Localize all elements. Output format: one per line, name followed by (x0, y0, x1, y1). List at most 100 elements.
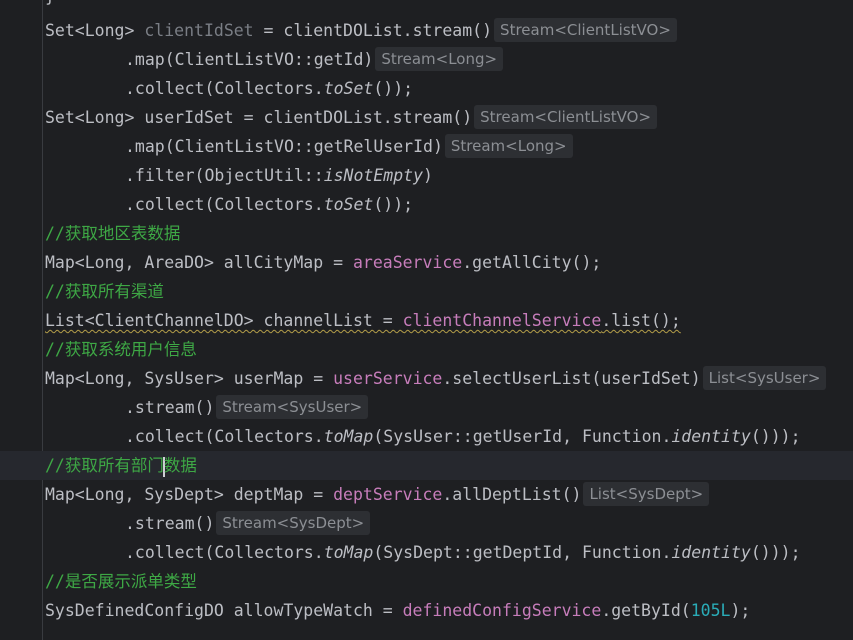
code-token: definedConfigService (402, 601, 602, 620)
code-text: //是否展示派单类型 (45, 567, 197, 596)
code-text: .collect(Collectors.toSet()); (125, 190, 413, 219)
code-token: ); (730, 601, 751, 620)
code-token: .list(); (601, 311, 681, 330)
code-text: .filter(ObjectUtil::isNotEmpty) (125, 161, 433, 190)
code-token: clientIdSet (144, 21, 254, 40)
code-token: isNotEmpty (323, 166, 424, 185)
code-token: SysDefinedConfigDO allowTypeWatch = (45, 601, 403, 620)
code-token: ()); (373, 79, 414, 98)
code-text: //获取系统用户信息 (45, 335, 197, 364)
code-token: //获取所有部门 (45, 456, 164, 475)
code-line[interactable]: .map(ClientListVO::getId) Stream<Long> (0, 45, 853, 74)
code-line[interactable]: Map<Long, SysDept> deptMap = deptService… (0, 480, 853, 509)
code-line[interactable]: //获取所有部门数据 (0, 451, 853, 480)
code-token: areaService (352, 253, 463, 272)
code-line[interactable]: SysDefinedConfigDO allowTypeWatch = defi… (0, 596, 853, 625)
code-line[interactable]: .collect(Collectors.toMap(SysDept::getDe… (0, 538, 853, 567)
code-line[interactable]: .stream() Stream<SysUser> (0, 393, 853, 422)
code-line[interactable]: .map(ClientListVO::getRelUserId) Stream<L… (0, 132, 853, 161)
type-inlay-hint: Stream<SysUser> (216, 395, 369, 419)
code-line[interactable]: Map<Long, AreaDO> allCityMap = areaServi… (0, 248, 853, 277)
code-token: toSet (323, 195, 374, 214)
code-token: (SysDept::getDeptId, Function. (373, 543, 672, 562)
code-token: //是否展示派单类型 (45, 572, 197, 591)
code-token: toSet (323, 79, 374, 98)
code-token: //获取所有渠道 (45, 282, 164, 301)
code-text: Map<Long, SysUser> userMap = userService… (45, 364, 827, 393)
code-text: .collect(Collectors.toMap(SysUser::getUs… (125, 422, 801, 451)
code-token: .getById( (601, 601, 691, 620)
code-line[interactable]: .stream() Stream<SysDept> (0, 509, 853, 538)
code-text: //获取地区表数据 (45, 219, 180, 248)
code-text: .stream() Stream<SysUser> (125, 393, 369, 422)
code-text: .map(ClientListVO::getRelUserId) Stream<L… (125, 132, 573, 161)
code-token: .collect(Collectors. (125, 543, 324, 562)
code-token: deptService (333, 485, 443, 504)
code-token: userService (333, 369, 443, 388)
code-line[interactable]: //是否展示派单类型 (0, 567, 853, 596)
type-inlay-hint: List<SysUser> (702, 366, 827, 390)
code-token: ) (423, 166, 433, 185)
code-text: List<ClientChannelDO> channelList = clie… (45, 306, 681, 335)
code-text: .collect(Collectors.toMap(SysDept::getDe… (125, 538, 801, 567)
code-token: List<ClientChannelDO> channelList = (45, 311, 403, 330)
code-line[interactable]: .filter(ObjectUtil::isNotEmpty) (0, 161, 853, 190)
code-token: identity (671, 427, 751, 446)
code-text: //获取所有部门数据 (45, 451, 197, 480)
closing-brace: } (45, 0, 55, 11)
code-token: .selectUserList(userIdSet) (442, 369, 701, 388)
code-token: 105L (690, 601, 731, 620)
code-token: ())); (750, 543, 801, 562)
code-token: (SysUser::getUserId, Function. (373, 427, 672, 446)
code-token: Set<Long> userIdSet = clientDOList.strea… (45, 108, 473, 127)
code-editor[interactable]: } Set<Long> clientIdSet = clientDOList.s… (0, 0, 853, 640)
code-token: .filter(ObjectUtil:: (125, 166, 324, 185)
code-line[interactable]: //获取系统用户信息 (0, 335, 853, 364)
code-token: .stream() (125, 514, 215, 533)
code-text: SysDefinedConfigDO allowTypeWatch = defi… (45, 596, 750, 625)
code-line[interactable]: .collect(Collectors.toMap(SysUser::getUs… (0, 422, 853, 451)
code-token: 数据 (163, 456, 197, 475)
code-line[interactable]: List<ClientChannelDO> channelList = clie… (0, 306, 853, 335)
code-token: .collect(Collectors. (125, 195, 324, 214)
code-token: .map(ClientListVO::getRelUserId) (125, 137, 443, 156)
code-token: //获取地区表数据 (45, 224, 181, 243)
code-line[interactable]: .collect(Collectors.toSet()); (0, 190, 853, 219)
type-inlay-hint: Stream<SysDept> (216, 511, 371, 535)
type-inlay-hint: Stream<Long> (375, 47, 504, 71)
type-inlay-hint: Stream<ClientListVO> (474, 105, 658, 129)
code-token: toMap (323, 427, 374, 446)
code-line[interactable]: //获取所有渠道 (0, 277, 853, 306)
type-inlay-hint: Stream<ClientListVO> (494, 18, 677, 42)
type-inlay-hint: Stream<Long> (444, 134, 573, 158)
code-line[interactable]: Set<Long> userIdSet = clientDOList.strea… (0, 103, 853, 132)
code-line[interactable]: Set<Long> clientIdSet = clientDOList.str… (0, 16, 853, 45)
code-token: ()); (373, 195, 414, 214)
code-token: .collect(Collectors. (125, 427, 324, 446)
code-text: .stream() Stream<SysDept> (125, 509, 371, 538)
code-text: Set<Long> userIdSet = clientDOList.strea… (45, 103, 658, 132)
code-text: Map<Long, AreaDO> allCityMap = areaServi… (45, 248, 601, 277)
code-token: toMap (323, 543, 374, 562)
code-token: ())); (750, 427, 801, 446)
code-token: clientChannelService (402, 311, 602, 330)
code-token: Map<Long, SysDept> deptMap = (45, 485, 334, 504)
code-text: .collect(Collectors.toSet()); (125, 74, 413, 103)
code-text: Map<Long, SysDept> deptMap = deptService… (45, 480, 710, 509)
code-text: .map(ClientListVO::getId) Stream<Long> (125, 45, 504, 74)
code-line[interactable]: //获取地区表数据 (0, 219, 853, 248)
code-token: .collect(Collectors. (125, 79, 324, 98)
code-token: .stream() (125, 398, 215, 417)
code-line[interactable]: .collect(Collectors.toSet()); (0, 74, 853, 103)
code-token: Set<Long> (45, 21, 145, 40)
code-token: .getAllCity(); (462, 253, 602, 272)
code-line[interactable]: Map<Long, SysUser> userMap = userService… (0, 364, 853, 393)
code-token: Map<Long, SysUser> userMap = (45, 369, 334, 388)
code-token: = clientDOList.stream() (253, 21, 493, 40)
code-token: identity (671, 543, 751, 562)
code-text: //获取所有渠道 (45, 277, 164, 306)
code-token: //获取系统用户信息 (45, 340, 197, 359)
code-token: .map(ClientListVO::getId) (125, 50, 374, 69)
type-inlay-hint: List<SysDept> (583, 482, 710, 506)
code-token: Map<Long, AreaDO> allCityMap = (45, 253, 353, 272)
